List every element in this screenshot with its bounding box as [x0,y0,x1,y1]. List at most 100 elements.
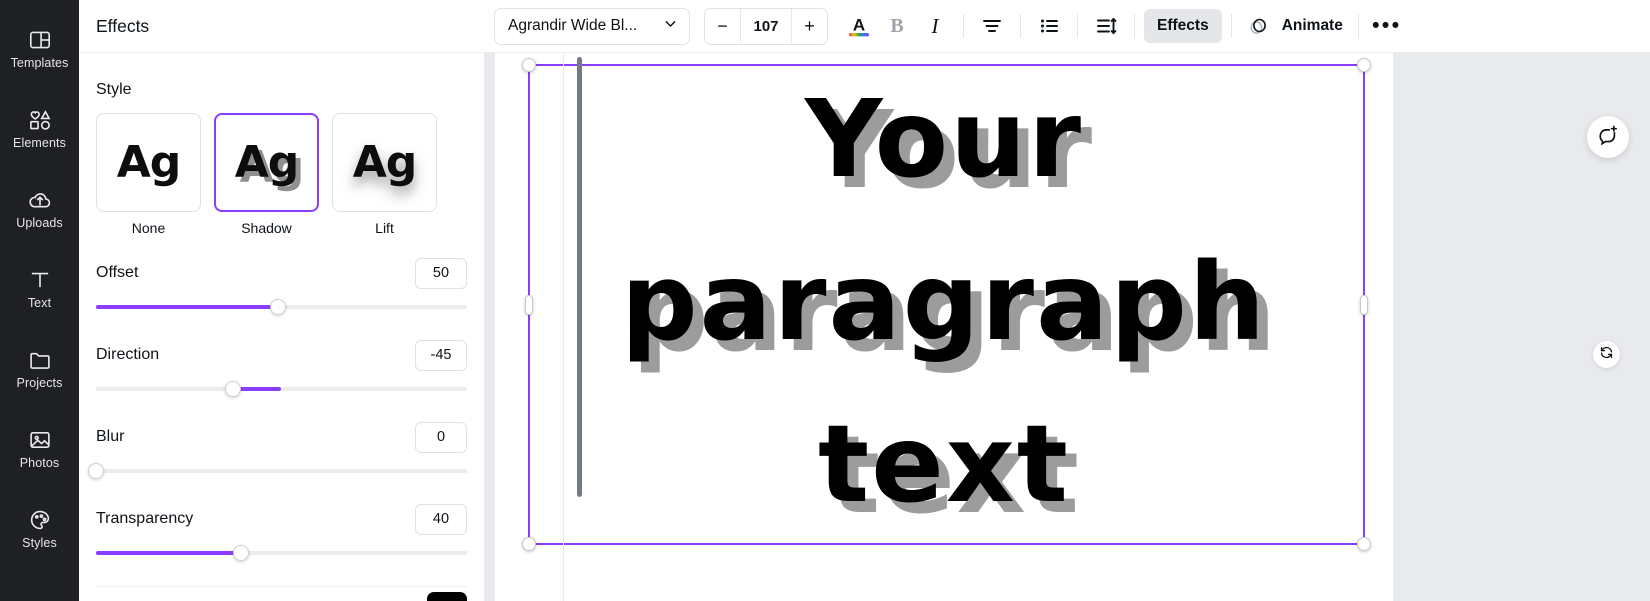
style-option-lift[interactable]: Ag Lift [332,113,437,236]
style-caption: None [131,220,166,236]
sidebar-item-photos[interactable]: Photos [0,408,79,488]
control-offset: Offset 50 [96,256,467,318]
sidebar-item-templates[interactable]: Templates [0,8,79,88]
left-nav-rail: Templates Elements Uploads Text Projects… [0,0,79,601]
direction-value-input[interactable]: -45 [415,339,467,371]
panel-edge-divider [563,0,564,601]
chevron-down-icon [662,15,679,37]
control-offset-header: Offset 50 [96,256,467,290]
sidebar-item-label: Styles [22,535,57,550]
slider-thumb[interactable] [88,463,104,479]
uploads-icon [27,187,53,213]
effects-panel: Effects Style Ag None Ag Shadow Ag Lift … [79,0,582,601]
font-size-input[interactable]: 107 [740,8,792,44]
align-center-icon [980,14,1004,38]
style-section-label: Style [96,81,132,98]
style-sample-text: Ag [116,137,182,188]
style-preview-shadow[interactable]: Ag [214,113,319,212]
transparency-value-input[interactable]: 40 [415,503,467,535]
style-sample-text: Ag [234,137,300,188]
font-size-increase-button[interactable]: + [792,8,827,44]
sidebar-item-label: Templates [10,55,69,70]
sidebar-item-uploads[interactable]: Uploads [0,168,79,248]
sidebar-item-elements[interactable]: Elements [0,88,79,168]
refresh-icon [1599,345,1614,365]
control-direction: Direction -45 [96,338,467,400]
slider-fill [96,551,241,555]
style-option-none[interactable]: Ag None [96,113,201,236]
add-comment-button[interactable] [1587,116,1629,158]
slider-thumb[interactable] [269,299,286,315]
sidebar-item-label: Projects [16,375,63,390]
projects-icon [27,347,53,373]
resize-handle-right[interactable] [1360,294,1368,315]
toolbar-separator [1230,14,1232,38]
blur-value-input[interactable]: 0 [415,421,467,453]
shadow-color-swatch[interactable] [427,592,467,601]
sidebar-item-styles[interactable]: Styles [0,488,79,568]
sidebar-item-label: Elements [13,135,66,150]
elements-icon [27,107,53,133]
control-label: Offset [96,264,139,281]
offset-slider[interactable] [96,296,467,318]
design-page[interactable]: Your paragraph text [495,53,1393,601]
sidebar-item-projects[interactable]: Projects [0,328,79,408]
style-preview-lift[interactable]: Ag [332,113,437,212]
italic-button[interactable]: I [916,7,954,45]
style-option-shadow[interactable]: Ag Shadow [214,113,319,236]
add-comment-icon [1597,124,1619,151]
refresh-button[interactable] [1593,341,1620,368]
line-spacing-button[interactable] [1087,7,1125,45]
more-options-icon: ••• [1372,14,1402,37]
sidebar-item-label: Uploads [16,215,63,230]
style-caption: Lift [375,220,394,236]
slider-track [96,387,467,391]
sidebar-item-text[interactable]: Text [0,248,79,328]
tab-effects[interactable]: Effects [1144,9,1222,43]
panel-divider [96,586,467,587]
control-label: Direction [96,346,160,363]
font-size-stepper: − 107 + [704,7,828,45]
slider-track [96,469,467,473]
style-preview-none[interactable]: Ag [96,113,201,212]
control-blur: Blur 0 [88,420,467,482]
resize-handle-top-left[interactable] [522,58,536,72]
canvas-stage[interactable]: Your paragraph text [484,53,1650,601]
direction-slider[interactable] [96,378,467,400]
bold-button[interactable]: B [878,7,916,45]
resize-handle-top-right[interactable] [1357,58,1371,72]
style-caption: Shadow [241,220,292,236]
font-size-decrease-button[interactable]: − [705,8,740,44]
text-align-button[interactable] [973,7,1011,45]
control-blur-header: Blur 0 [96,420,467,454]
animate-button[interactable]: Animate [1241,9,1349,43]
resize-handle-bottom-left[interactable] [522,537,536,551]
sidebar-item-label: Photos [19,455,60,470]
text-element-selection-box[interactable] [522,58,1371,551]
control-label: Blur [96,428,125,445]
resize-handle-left[interactable] [525,294,533,315]
slider-thumb[interactable] [232,545,249,561]
sidebar-item-label: Text [27,295,52,310]
slider-thumb[interactable] [225,381,242,397]
slider-fill [96,305,278,309]
text-toolbar: Agrandir Wide Bl... − 107 + A B I Effect… [484,0,1650,53]
toolbar-separator [1020,14,1021,38]
more-options-button[interactable]: ••• [1368,7,1406,45]
svg-text:A: A [853,16,865,35]
toolbar-separator [1077,14,1078,38]
panel-scrollbar[interactable] [577,57,582,497]
transparency-slider[interactable] [96,542,467,564]
resize-handle-bottom-right[interactable] [1357,537,1371,551]
style-sample-text: Ag [352,137,418,188]
text-color-icon: A [846,13,872,39]
bullet-list-button[interactable] [1030,7,1068,45]
animate-icon [1245,12,1273,40]
control-transparency-header: Transparency 40 [96,502,467,536]
italic-icon: I [931,13,939,38]
text-color-button[interactable]: A [840,7,878,45]
blur-slider[interactable] [88,460,467,482]
offset-value-input[interactable]: 50 [415,257,467,289]
font-family-select[interactable]: Agrandir Wide Bl... [494,7,690,45]
editor-main: Agrandir Wide Bl... − 107 + A B I Effect… [484,0,1650,601]
